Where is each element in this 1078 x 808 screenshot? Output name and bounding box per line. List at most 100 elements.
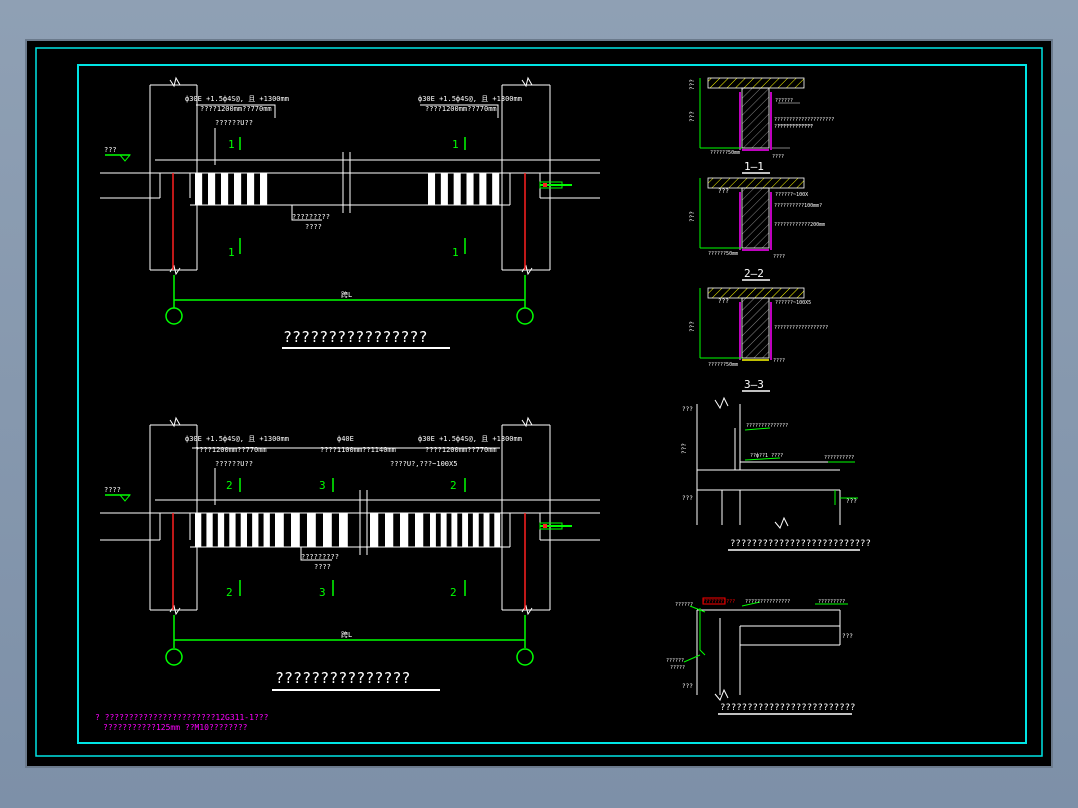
opening-block bbox=[221, 173, 229, 205]
opening-block bbox=[339, 513, 348, 547]
detail-2-note-top: ??????????????? bbox=[745, 599, 790, 605]
opening-block bbox=[195, 173, 203, 205]
plan-bottom-sec-b-bot: 3 bbox=[319, 586, 326, 599]
opening-block bbox=[206, 513, 213, 547]
plan-bottom-sec-c-bot: 2 bbox=[450, 586, 457, 599]
plan-top-mid-note-2: ???? bbox=[305, 223, 322, 231]
opening-block bbox=[323, 513, 332, 547]
opening-block bbox=[252, 513, 259, 547]
detail-1-tag-a: ??? bbox=[682, 406, 693, 413]
plan-top-sec-right-bot: 1 bbox=[452, 246, 459, 259]
detail-2-dim-right: ??? bbox=[842, 633, 853, 640]
detail-2-note-left: ?????? bbox=[666, 658, 684, 664]
plan-bottom-wall-tag: ???? bbox=[104, 486, 121, 494]
section-1-1-base-note-b: ???? bbox=[772, 154, 784, 160]
footnote-line-2: ???????????125mm ??M10???????? bbox=[103, 723, 248, 732]
section-2-2-note-a: ??????~100X bbox=[775, 192, 808, 198]
plan-bottom-title: ??????????????? bbox=[275, 669, 410, 687]
detail-2-title: ????????????????????????? bbox=[720, 703, 855, 713]
opening-block bbox=[307, 513, 316, 547]
section-3-3-label: 3—3 bbox=[744, 378, 764, 391]
section-2-2-base-note-b: ???? bbox=[773, 254, 785, 260]
plan-top-note-left-3: ??????U?? bbox=[215, 119, 253, 127]
section-2-2-top-tag: ??? bbox=[718, 188, 729, 195]
opening-block bbox=[195, 513, 202, 547]
opening-block bbox=[234, 173, 242, 205]
plan-bottom-mid-note-1: ????????? bbox=[301, 553, 339, 561]
section-2-2-side-dim: ??? bbox=[689, 211, 696, 222]
opening-block bbox=[472, 513, 479, 547]
section-1-1-side-dim: ??? bbox=[689, 111, 696, 122]
detail-2-red-note: ??????????? bbox=[702, 599, 735, 605]
plan-bottom-note-right-1: ф30E +1.5ф4S@, 且 +1300mm bbox=[418, 435, 522, 443]
opening-block bbox=[229, 513, 236, 547]
plan-bottom-note-left-3: ??????U?? bbox=[215, 460, 253, 468]
section-1-1-base-note-a: ??????50mm bbox=[710, 150, 740, 156]
detail-2-note-right: ????????? bbox=[818, 599, 845, 605]
plan-bottom-mid-note-2: ???? bbox=[314, 563, 331, 571]
plan-bottom-openings bbox=[195, 513, 501, 547]
section-1-1-note-a: ?????? bbox=[775, 98, 793, 104]
plan-bottom-sec-a-top: 2 bbox=[226, 479, 233, 492]
section-3-3-top-tag: ??? bbox=[718, 298, 729, 305]
section-2-2-note-b: ??????????100mm? bbox=[774, 203, 822, 209]
plan-top-wall-tag: ??? bbox=[104, 146, 117, 154]
opening-block bbox=[400, 513, 409, 547]
opening-block bbox=[462, 513, 469, 547]
opening-block bbox=[440, 173, 448, 205]
plan-top-note-right-2: ????1200mm??770mm bbox=[425, 105, 497, 113]
section-1-1-top-tag: ??? bbox=[689, 79, 696, 90]
plan-top-note-left-2: ????1200mm??770mm bbox=[200, 105, 272, 113]
section-3-3-note-a: ??????~100X5 bbox=[775, 300, 811, 306]
opening-block bbox=[263, 513, 270, 547]
section-1-1-note-c: ????????????? bbox=[774, 124, 813, 130]
plan-top-sec-right-top: 1 bbox=[452, 138, 459, 151]
opening-block bbox=[275, 513, 284, 547]
section-3-3-base-note-b: ???? bbox=[773, 358, 785, 364]
plan-top-note-right-1: ф30E +1.5ф4S@, 且 +1300mm bbox=[418, 95, 522, 103]
detail-2-note-left-2: ????? bbox=[670, 665, 685, 671]
detail-1-tag-c: ??? bbox=[682, 495, 693, 502]
opening-block bbox=[451, 513, 458, 547]
opening-block bbox=[466, 173, 474, 205]
opening-block bbox=[291, 513, 300, 547]
plan-bottom-note-left-1: ф30E +1.5ф4S@, 且 +1300mm bbox=[185, 435, 289, 443]
opening-block bbox=[217, 513, 225, 547]
plan-top-sec-left-bot: 1 bbox=[228, 246, 235, 259]
section-3-3-base-note-a: ??????50mm bbox=[708, 362, 738, 368]
plan-bottom-note-mid-1: ф40E bbox=[337, 435, 354, 443]
detail-1-note-mid: ??ф??1 ???? bbox=[750, 453, 783, 459]
section-3-3-note-b: ?????????????????? bbox=[774, 325, 828, 331]
plan-top-note-left-1: ф30E +1.5ф4S@, 且 +1300mm bbox=[185, 95, 289, 103]
detail-1-dim-right: ??? bbox=[846, 498, 857, 505]
section-1-1-note-b: ???????????????????? bbox=[774, 117, 834, 123]
opening-block bbox=[430, 513, 436, 547]
detail-1-tag-b: ??? bbox=[681, 443, 688, 454]
plan-top-span-label: 跨L bbox=[341, 290, 352, 299]
detail-1-note-top: ?????????????? bbox=[746, 423, 788, 429]
opening-block bbox=[428, 173, 436, 205]
detail-2-tag-a: ?????? bbox=[675, 602, 693, 608]
opening-block bbox=[479, 173, 487, 205]
detail-1-title: ?????????????????????????? bbox=[730, 539, 871, 549]
plan-bottom-sec-b-top: 3 bbox=[319, 479, 326, 492]
plan-top-mid-note-1: ????????? bbox=[292, 213, 330, 221]
opening-block bbox=[240, 513, 247, 547]
detail-2-dim-left: ??? bbox=[682, 683, 693, 690]
footnote-line-1: ? ???????????????????????12G311-1??? bbox=[95, 713, 269, 722]
plan-bottom-note-left-2: ????1200mm??770mm bbox=[195, 446, 267, 454]
plan-bottom-span-label: 跨L bbox=[341, 630, 352, 639]
section-3-3-side-dim: ??? bbox=[689, 321, 696, 332]
opening-block bbox=[440, 513, 447, 547]
section-2-2-note-c: ????????????200mm bbox=[774, 222, 825, 228]
opening-block bbox=[494, 513, 501, 547]
opening-block bbox=[385, 513, 394, 547]
cad-drawing-canvas[interactable]: ф30E +1.5ф4S@, 且 +1300mm ????1200mm??770… bbox=[0, 0, 1078, 808]
section-2-2-base-note-a: ??????50mm bbox=[708, 251, 738, 257]
detail-1-note-right: ?????????? bbox=[824, 455, 854, 461]
plan-bottom-note-right-2: ????1200mm??770mm bbox=[425, 446, 497, 454]
opening-block bbox=[483, 513, 490, 547]
drawing-paper bbox=[25, 39, 1053, 768]
plan-top-sec-left-top: 1 bbox=[228, 138, 235, 151]
opening-block bbox=[260, 173, 268, 205]
